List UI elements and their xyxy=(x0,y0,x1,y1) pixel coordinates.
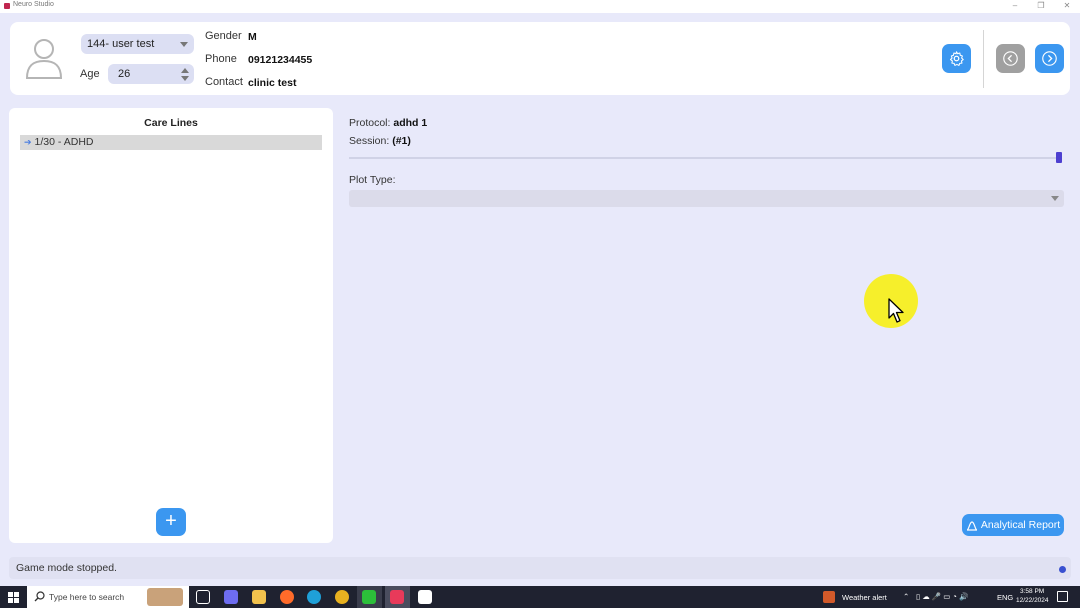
gender-value: M xyxy=(248,31,257,43)
phone-value: 09121234455 xyxy=(248,54,313,66)
taskbar-search[interactable]: Type here to search xyxy=(27,586,189,608)
start-button[interactable] xyxy=(0,586,27,608)
weather-alert-icon[interactable] xyxy=(823,591,835,603)
file-explorer-icon[interactable] xyxy=(252,590,266,604)
arrow-right-icon: ➔ xyxy=(24,137,32,147)
plot-type-select[interactable] xyxy=(349,190,1064,207)
close-button[interactable]: ✕ xyxy=(1054,0,1080,13)
user-select[interactable]: 144- user test xyxy=(81,34,194,54)
user-avatar-icon xyxy=(25,39,63,79)
chevron-down-icon xyxy=(1051,196,1059,201)
clock-date[interactable]: 12/22/2024 xyxy=(1016,597,1049,604)
phone-label: Phone xyxy=(205,53,237,65)
firefox-icon[interactable] xyxy=(280,590,294,604)
chevron-right-icon xyxy=(1042,51,1057,66)
session-value: (#1) xyxy=(392,135,411,147)
care-lines-panel: Care Lines ➔ 1/30 - ADHD + xyxy=(9,108,333,543)
chevron-down-icon xyxy=(180,42,188,47)
contact-label: Contact xyxy=(205,76,243,88)
session-line: Session: (#1) xyxy=(349,135,411,147)
protocol-value: adhd 1 xyxy=(393,117,428,129)
next-button[interactable] xyxy=(1035,44,1064,73)
protocol-line: Protocol: adhd 1 xyxy=(349,117,427,129)
restore-button[interactable]: ❐ xyxy=(1028,0,1054,13)
status-indicator xyxy=(1059,566,1066,573)
search-icon xyxy=(34,591,45,602)
status-bar: Game mode stopped. xyxy=(9,557,1071,579)
minimize-button[interactable]: – xyxy=(1002,0,1028,13)
analytical-report-button[interactable]: Analytical Report xyxy=(962,514,1064,536)
search-highlight-image xyxy=(147,588,183,606)
patient-header: 144- user test Age 26 Gender M Phone 091… xyxy=(10,22,1070,95)
contact-value: clinic test xyxy=(248,77,297,89)
neuro-studio-icon[interactable] xyxy=(390,590,404,604)
care-line-label: 1/30 - ADHD xyxy=(34,136,94,148)
chevron-left-icon xyxy=(1003,51,1018,66)
gender-label: Gender xyxy=(205,30,242,42)
weather-alert-text[interactable]: Weather alert xyxy=(842,593,887,602)
previous-button[interactable] xyxy=(996,44,1025,73)
chart-icon xyxy=(966,520,978,531)
settings-button[interactable] xyxy=(942,44,971,73)
user-select-value: 144- user test xyxy=(87,38,155,50)
tray-overflow-icon[interactable]: ⌃ xyxy=(903,592,909,601)
add-care-line-button[interactable]: + xyxy=(156,508,186,536)
care-line-item[interactable]: ➔ 1/30 - ADHD xyxy=(20,135,322,150)
age-label: Age xyxy=(80,68,100,80)
care-lines-title: Care Lines xyxy=(144,117,198,129)
header-divider xyxy=(983,30,984,88)
analytical-report-label: Analytical Report xyxy=(980,519,1061,531)
clock-time[interactable]: 3:58 PM xyxy=(1020,588,1044,595)
title-bar: Neuro Studio – ❐ ✕ xyxy=(0,0,1080,13)
task-view-icon[interactable] xyxy=(196,590,210,604)
spin-up-icon[interactable] xyxy=(181,68,189,73)
app-icon-taskbar[interactable] xyxy=(418,590,432,604)
tray-icons[interactable]: ▯ ☁ 🎤 ▭ ◔ 🔊 xyxy=(916,592,968,601)
taskbar: Type here to search Weather alert ⌃ ▯ ☁ … xyxy=(0,586,1080,608)
spin-down-icon[interactable] xyxy=(181,76,189,81)
mouse-pointer-icon xyxy=(888,298,904,323)
app-title: Neuro Studio xyxy=(13,1,54,8)
gear-icon xyxy=(949,51,964,66)
chrome-icon[interactable] xyxy=(335,590,349,604)
status-text: Game mode stopped. xyxy=(16,562,117,574)
protocol-label: Protocol: xyxy=(349,117,391,129)
edge-icon[interactable] xyxy=(307,590,321,604)
language-indicator[interactable]: ENG xyxy=(997,593,1013,602)
age-stepper[interactable]: 26 xyxy=(108,64,194,84)
search-placeholder: Type here to search xyxy=(49,592,125,602)
app-icon xyxy=(4,3,10,9)
session-label: Session: xyxy=(349,135,390,147)
session-slider-track[interactable] xyxy=(349,157,1062,159)
plot-type-label: Plot Type: xyxy=(349,174,396,186)
notification-icon[interactable] xyxy=(1057,591,1068,602)
age-value: 26 xyxy=(118,68,131,80)
windows-icon xyxy=(8,591,19,603)
session-slider-thumb[interactable] xyxy=(1056,152,1062,163)
clion-icon[interactable] xyxy=(362,590,376,604)
copilot-icon[interactable] xyxy=(224,590,238,604)
